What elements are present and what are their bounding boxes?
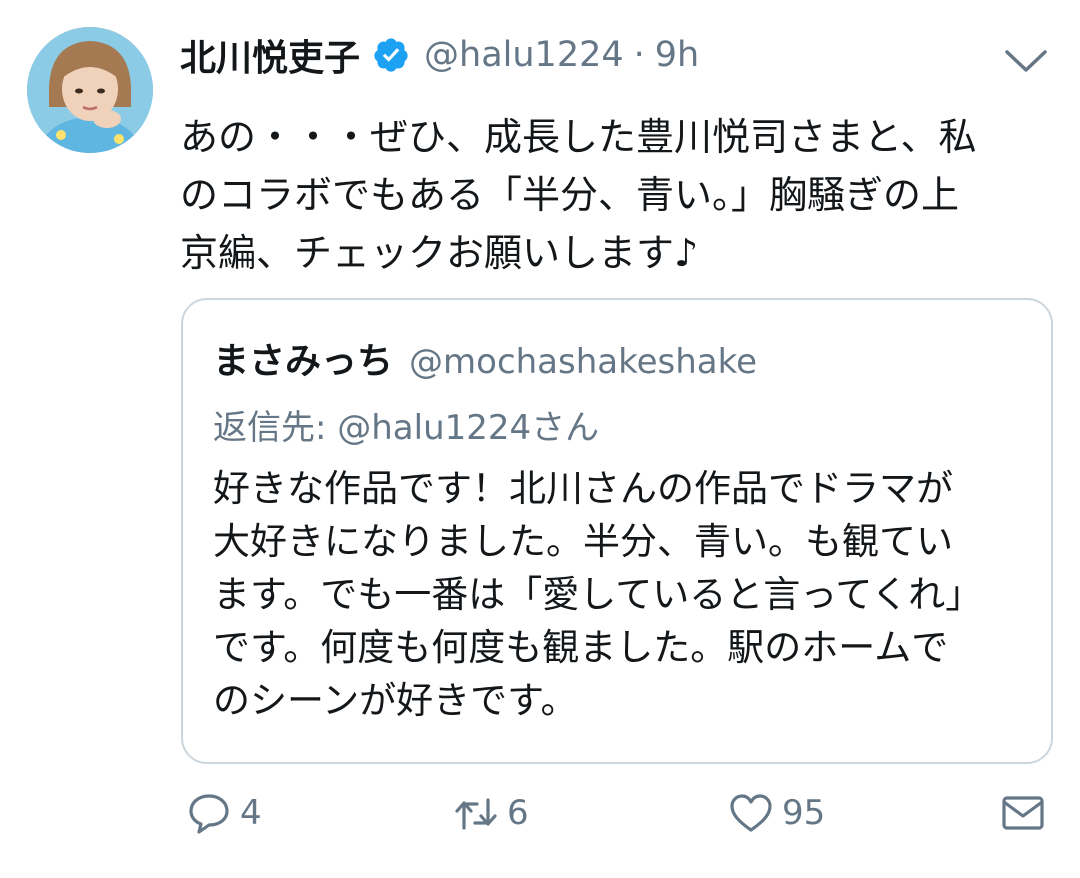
retweet-button[interactable]: 6: [453, 790, 529, 836]
chevron-down-icon[interactable]: [1003, 44, 1049, 76]
quoted-tweet-header: まさみっち @mochashakeshake: [213, 332, 757, 384]
reply-icon: [189, 794, 229, 834]
direct-message-button[interactable]: [1000, 790, 1046, 836]
retweet-count: 6: [507, 793, 529, 833]
tweet: 北川悦吏子 @halu1224 · 9h あの・・・ぜひ、成長した豊川悦司さまと…: [0, 0, 1080, 878]
verified-badge-icon: [374, 38, 408, 72]
reply-button[interactable]: 4: [186, 790, 262, 836]
retweet-icon: [455, 798, 497, 830]
tweet-body-text: あの・・・ぜひ、成長した豊川悦司さまと、私 のコラボでもある「半分、青い。」胸騒…: [180, 115, 977, 275]
header-separator: ·: [633, 35, 645, 75]
quoted-reply-to: 返信先: @halu1224さん: [213, 408, 600, 448]
avatar-photo: [27, 27, 153, 153]
like-button[interactable]: 95: [728, 790, 825, 836]
author-handle[interactable]: @halu1224: [424, 35, 624, 75]
like-icon: [730, 794, 772, 832]
quoted-author-name: まさみっち: [213, 341, 394, 382]
tweet-timestamp[interactable]: 9h: [655, 35, 699, 75]
reply-count: 4: [240, 793, 262, 833]
author-display-name[interactable]: 北川悦吏子: [180, 29, 360, 81]
tweet-header: 北川悦吏子 @halu1224 · 9h: [180, 30, 699, 80]
quoted-tweet-text: 好きな作品です！北川さんの作品でドラマが 大好きになりました。半分、青い。も観て…: [213, 467, 983, 722]
like-count: 95: [782, 793, 826, 833]
quoted-tweet-card[interactable]: まさみっち @mochashakeshake 返信先: @halu1224さん …: [181, 298, 1053, 764]
tweet-action-bar: 4 6 95: [0, 790, 1080, 850]
direct-message-icon: [1002, 796, 1044, 830]
quoted-author-handle: @mochashakeshake: [409, 342, 758, 382]
author-avatar[interactable]: [27, 27, 153, 153]
